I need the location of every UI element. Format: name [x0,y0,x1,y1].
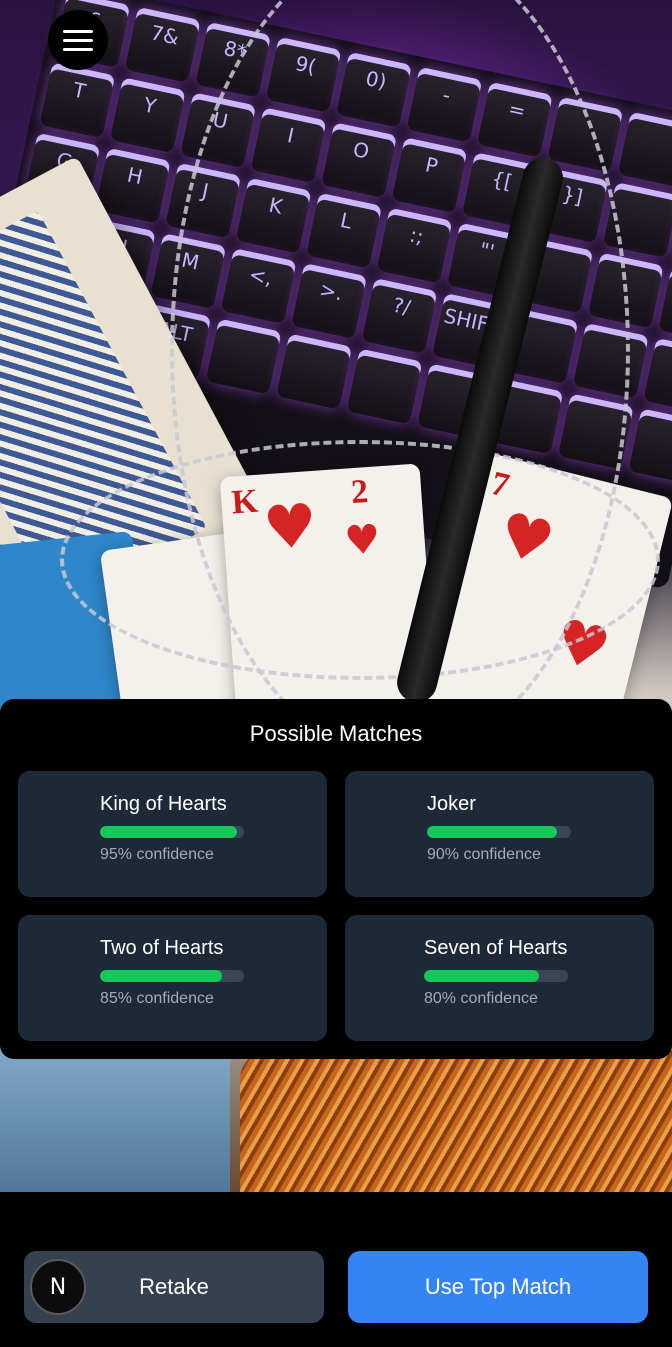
photo-bottle [0,1050,230,1192]
confidence-bar [424,970,568,982]
use-top-match-button[interactable]: Use Top Match [348,1251,648,1323]
n-badge-icon[interactable]: N [30,1259,86,1315]
match-card-joker[interactable]: Joker 90% confidence [345,771,654,897]
use-top-match-label: Use Top Match [424,1274,572,1299]
panel-title: Possible Matches [249,721,423,746]
match-card-seven-of-hearts[interactable]: Seven of Hearts 80% confidence [345,915,654,1041]
confidence-bar [427,826,571,838]
matches-panel: Possible Matches King of Hearts 95% conf… [0,699,672,1059]
photo-chain [60,440,660,680]
confidence-bar [100,826,244,838]
match-name: Seven of Hearts [424,937,568,959]
retake-button[interactable]: N Retake [24,1251,324,1323]
retake-label: Retake [139,1274,209,1299]
match-card-two-of-hearts[interactable]: Two of Hearts 85% confidence [18,915,327,1041]
match-name: Joker [427,793,476,815]
match-card-king-of-hearts[interactable]: King of Hearts 95% confidence [18,771,327,897]
match-name: Two of Hearts [100,937,224,959]
confidence-text: 90% confidence [427,846,541,863]
photo-noodles [240,1050,672,1192]
hamburger-menu-icon [63,29,93,33]
match-name: King of Hearts [100,793,227,815]
confidence-text: 85% confidence [100,990,214,1007]
confidence-text: 95% confidence [100,846,214,863]
confidence-bar [100,970,244,982]
menu-button[interactable] [48,10,108,70]
confidence-text: 80% confidence [424,990,538,1007]
